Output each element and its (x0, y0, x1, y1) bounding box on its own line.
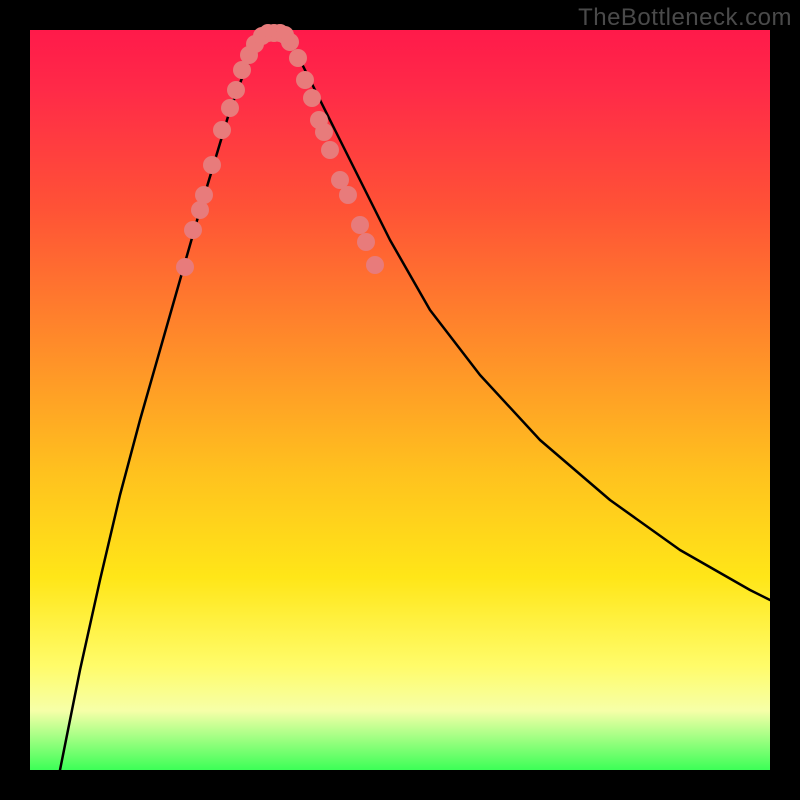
data-point (315, 123, 333, 141)
chart-svg (30, 30, 770, 770)
right-curve (280, 33, 770, 600)
plot-area (30, 30, 770, 770)
highlighted-points (176, 24, 384, 276)
data-point (339, 186, 357, 204)
data-point (213, 121, 231, 139)
chart-frame: TheBottleneck.com (0, 0, 800, 800)
data-point (296, 71, 314, 89)
data-point (351, 216, 369, 234)
data-point (281, 33, 299, 51)
data-point (195, 186, 213, 204)
data-point (221, 99, 239, 117)
data-point (357, 233, 375, 251)
data-point (184, 221, 202, 239)
data-point (366, 256, 384, 274)
data-point (289, 49, 307, 67)
data-point (176, 258, 194, 276)
watermark-text: TheBottleneck.com (578, 4, 792, 32)
data-point (203, 156, 221, 174)
left-curve (60, 33, 270, 770)
data-point (227, 81, 245, 99)
data-point (321, 141, 339, 159)
data-point (303, 89, 321, 107)
